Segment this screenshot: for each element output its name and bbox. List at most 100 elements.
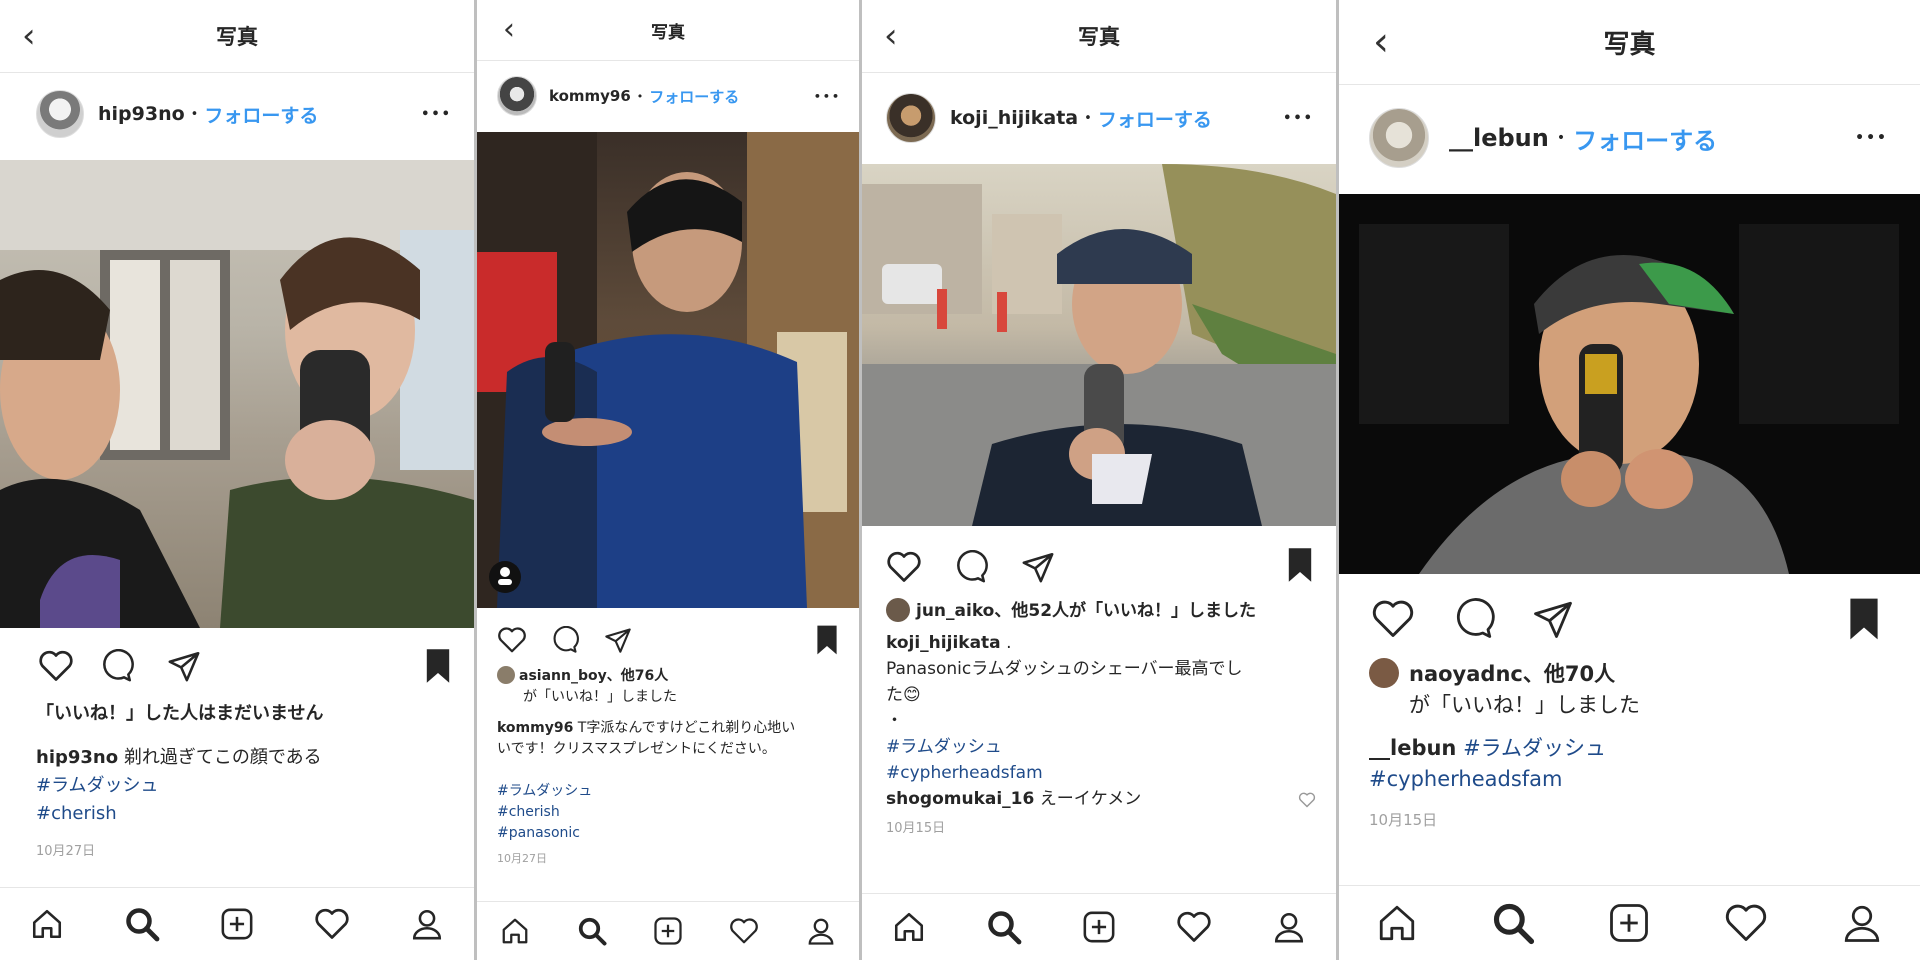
back-chevron-icon[interactable]: ‹ (503, 15, 515, 45)
home-icon[interactable] (30, 907, 64, 941)
home-icon[interactable] (1376, 902, 1418, 944)
post-username[interactable]: __lebun (1449, 124, 1549, 152)
caption-text: Panasonicラムダッシュのシェーバー最高でし (886, 659, 1243, 679)
comment-text: えーイケメン (1039, 789, 1142, 809)
avatar[interactable] (1369, 108, 1429, 168)
post-username[interactable]: koji_hijikata (950, 107, 1078, 129)
post-username[interactable]: hip93no (98, 103, 185, 125)
hashtag[interactable]: #cherish (36, 800, 448, 828)
more-options-icon[interactable]: ••• (1855, 130, 1888, 146)
comment-like-heart-icon[interactable] (1298, 792, 1316, 808)
follow-button[interactable]: フォローする (1098, 105, 1212, 132)
home-icon[interactable] (892, 910, 926, 944)
like-heart-icon[interactable] (886, 550, 922, 584)
share-send-icon[interactable] (603, 626, 633, 654)
likes-text: 「いいね！」した人はまだいません (36, 703, 324, 724)
new-post-plus-icon[interactable] (1082, 910, 1116, 944)
share-send-icon[interactable] (1020, 550, 1056, 584)
avatar[interactable] (36, 90, 84, 138)
hashtag[interactable]: #cypherheadsfam (1369, 764, 1900, 795)
photo-image (862, 164, 1336, 526)
post-photo[interactable] (0, 160, 474, 628)
post-photo[interactable] (1339, 194, 1920, 574)
hashtag[interactable]: #ラムダッシュ (497, 781, 849, 802)
caption-username[interactable]: __lebun (1369, 736, 1456, 760)
save-bookmark-icon[interactable] (424, 647, 452, 685)
more-options-icon[interactable]: ••• (814, 90, 841, 103)
nav-bar: ‹ 写真 (862, 0, 1336, 73)
new-post-plus-icon[interactable] (220, 907, 254, 941)
back-chevron-icon[interactable]: ‹ (884, 19, 898, 53)
profile-icon[interactable] (1841, 902, 1883, 944)
search-icon[interactable] (1491, 901, 1535, 945)
liker-username[interactable]: asiann_boy (519, 668, 607, 684)
search-icon[interactable] (124, 906, 160, 942)
post-photo[interactable] (477, 132, 859, 608)
like-heart-icon[interactable] (1371, 598, 1415, 640)
activity-heart-icon[interactable] (314, 907, 350, 941)
liker-username[interactable]: jun_aiko (916, 601, 994, 621)
avatar[interactable] (886, 93, 936, 143)
post-header: hip93no • フォローする ••• (0, 88, 474, 140)
post-panel-2: ‹ 写真 kommy96 • フォローする ••• asiann_boy、他76… (477, 0, 859, 960)
likes-count[interactable]: 、他76人 (607, 668, 668, 684)
liker-avatar[interactable] (497, 666, 515, 684)
more-options-icon[interactable]: ••• (421, 107, 452, 122)
more-options-icon[interactable]: ••• (1283, 111, 1314, 126)
post-username[interactable]: kommy96 (549, 87, 631, 105)
comment-bubble-icon[interactable] (1453, 598, 1495, 640)
save-bookmark-icon[interactable] (1847, 596, 1881, 642)
follow-button[interactable]: フォローする (204, 101, 318, 128)
action-bar (477, 622, 859, 658)
action-bar (0, 645, 474, 689)
caption-username[interactable]: kommy96 (497, 720, 573, 736)
comment-bubble-icon[interactable] (551, 626, 579, 654)
save-bookmark-icon[interactable] (815, 624, 839, 656)
post-text: asiann_boy、他76人 が「いいね！」しました kommy96 T字派な… (497, 666, 849, 869)
profile-icon[interactable] (806, 916, 836, 946)
comment-bubble-icon[interactable] (954, 550, 988, 584)
back-chevron-icon[interactable]: ‹ (22, 19, 36, 53)
liker-avatar[interactable] (1369, 658, 1399, 688)
hashtag[interactable]: #cypherheadsfam (886, 760, 1320, 786)
new-post-plus-icon[interactable] (653, 916, 683, 946)
liker-avatar[interactable] (886, 598, 910, 622)
search-icon[interactable] (577, 916, 607, 946)
like-heart-icon[interactable] (497, 626, 527, 654)
share-send-icon[interactable] (1531, 598, 1575, 640)
profile-icon[interactable] (410, 907, 444, 941)
back-chevron-icon[interactable]: ‹ (1373, 22, 1389, 62)
profile-icon[interactable] (1272, 910, 1306, 944)
likes-count[interactable]: 、他70人 (1523, 662, 1615, 686)
comment-username[interactable]: shogomukai_16 (886, 789, 1034, 809)
nav-bar: ‹ 写真 (0, 0, 474, 73)
like-heart-icon[interactable] (38, 649, 74, 683)
post-date: 10月27日 (36, 844, 96, 859)
hashtag[interactable]: #cherish (497, 802, 849, 823)
search-icon[interactable] (986, 909, 1022, 945)
activity-heart-icon[interactable] (1724, 902, 1768, 944)
hashtag[interactable]: #ラムダッシュ (36, 772, 448, 800)
caption-username[interactable]: hip93no (36, 747, 118, 768)
post-header: koji_hijikata • フォローする ••• (862, 92, 1336, 144)
liker-username[interactable]: naoyadnc (1409, 662, 1523, 686)
activity-heart-icon[interactable] (1176, 910, 1212, 944)
avatar[interactable] (497, 76, 537, 116)
post-photo[interactable] (862, 164, 1336, 526)
likes-text[interactable]: 、他52人が「いいね！」しました (994, 601, 1256, 621)
likes-text: が「いいね！」しました (523, 689, 677, 705)
post-header: __lebun • フォローする ••• (1339, 106, 1920, 170)
hashtag[interactable]: #ラムダッシュ (1463, 736, 1606, 760)
comment-bubble-icon[interactable] (100, 649, 134, 683)
tab-bar (1339, 885, 1920, 960)
home-icon[interactable] (500, 916, 530, 946)
follow-button[interactable]: フォローする (649, 86, 739, 107)
caption-username[interactable]: koji_hijikata (886, 633, 1001, 653)
share-send-icon[interactable] (166, 649, 202, 683)
hashtag[interactable]: #ラムダッシュ (886, 734, 1320, 760)
save-bookmark-icon[interactable] (1286, 546, 1314, 584)
follow-button[interactable]: フォローする (1573, 121, 1717, 156)
hashtag[interactable]: #panasonic (497, 823, 849, 844)
activity-heart-icon[interactable] (729, 917, 759, 945)
new-post-plus-icon[interactable] (1608, 902, 1650, 944)
